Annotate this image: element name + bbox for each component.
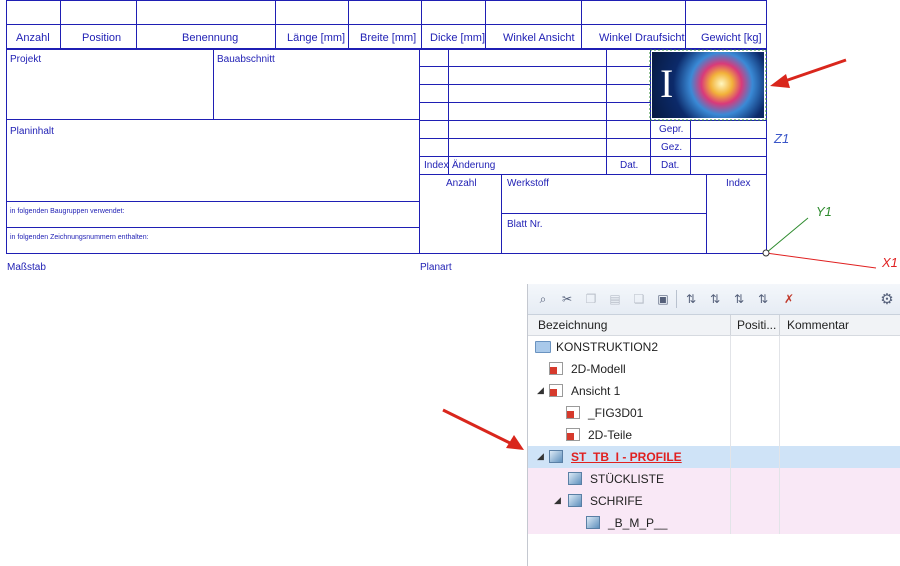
tree-row-ansicht-1[interactable]: ◢ Ansicht 1 [528,380,900,402]
sort-4-icon[interactable]: ⇅ [754,290,772,308]
structure-panel: ⌕ ✂ ❐ ▤ ❏ ▣ ⇅ ⇅ ⇅ ⇅ ✗ ⚙ Bezeichnung Posi… [527,284,900,566]
header-winkel-draufsicht: Winkel Draufsicht [599,32,685,44]
tree-row-2d-modell[interactable]: 2D-Modell [528,358,900,380]
header-anzahl: Anzahl [16,32,50,44]
label-gepr: Gepr. [659,124,684,135]
label-anzahl: Anzahl [446,178,477,189]
label-index-2: Index [726,178,751,189]
header-breite: Breite [mm] [360,32,417,44]
expand-arrow-icon[interactable]: ◢ [537,385,544,396]
tree-row-label: ST_TB_I - PROFILE [571,450,682,464]
label-baugruppen: in folgenden Baugruppen verwendet: [10,208,125,215]
duplicate-icon[interactable]: ❏ [630,290,648,308]
model-icon [566,406,580,419]
axis-y-label: Y1 [816,204,832,219]
tree-row-fig3d01[interactable]: _FIG3D01 [528,402,900,424]
header-benennung: Benennung [182,32,239,44]
label-gez: Gez. [661,142,683,153]
label-planinhalt: Planinhalt [10,126,54,137]
tree-row-label: 2D-Teile [588,428,633,442]
sort-1-icon[interactable]: ⇅ [682,290,700,308]
sort-2-icon[interactable]: ⇅ [706,290,724,308]
expand-arrow-icon[interactable]: ◢ [554,495,561,506]
paste-icon[interactable]: ▤ [606,290,624,308]
tree-row-label: KONSTRUKTION2 [556,340,659,354]
tree-row-schrife[interactable]: ◢ SCHRIFE [528,490,900,512]
model-icon [566,428,580,441]
column-kommentar[interactable]: Kommentar [780,315,900,335]
tree-row-label: _FIG3D01 [588,406,644,420]
sort-3-icon[interactable]: ⇅ [730,290,748,308]
tree-row-st-tb-i-profile[interactable]: ◢ ST_TB_I - PROFILE [528,446,900,468]
label-bauabschnitt: Bauabschnitt [217,54,275,65]
folder-icon [535,341,551,353]
tree-row-stueckliste[interactable]: STÜCKLISTE [528,468,900,490]
header-winkel-ansicht: Winkel Ansicht [503,32,575,44]
tree-row-2d-teile[interactable]: 2D-Teile [528,424,900,446]
column-header: Bezeichnung Positi... Kommentar [528,315,900,336]
tree-row-label: 2D-Modell [571,362,626,376]
label-aenderung: Änderung [452,160,496,171]
tree-row-konstruktion2[interactable]: KONSTRUKTION2 [528,336,900,358]
tree-row-label: STÜCKLISTE [590,472,665,486]
tree-row-label: _B_M_P__ [608,516,668,530]
label-blatt-nr: Blatt Nr. [507,219,543,230]
clear-filter-icon[interactable]: ✗ [780,290,798,308]
delete-icon[interactable]: ▣ [654,290,672,308]
label-projekt: Projekt [10,54,42,65]
model-icon [549,384,563,397]
expand-arrow-icon[interactable]: ◢ [537,451,544,462]
axis-z-label: Z1 [774,131,790,146]
layer-icon [586,516,600,529]
label-dat-2: Dat. [661,160,680,171]
header-dicke: Dicke [mm] [430,32,485,44]
copy-icon[interactable]: ❐ [582,290,600,308]
settings-icon[interactable]: ⚙ [878,290,896,308]
label-dat: Dat. [620,160,639,171]
panel-toolbar: ⌕ ✂ ❐ ▤ ❏ ▣ ⇅ ⇅ ⇅ ⇅ ✗ ⚙ [528,284,900,315]
header-gewicht: Gewicht [kg] [701,32,762,44]
label-massstab: Maßstab [7,262,46,273]
tree-row-label: SCHRIFE [590,494,643,508]
logo-letter: I [660,61,674,106]
header-laenge: Länge [mm] [287,32,346,44]
tree-row-label: Ansicht 1 [571,384,621,398]
logo-image[interactable]: I [652,52,764,118]
layer-icon [568,494,582,507]
label-werkstoff: Werkstoff [507,178,549,189]
label-planart: Planart [420,262,452,273]
column-bezeichnung[interactable]: Bezeichnung [528,315,731,335]
header-position: Position [82,32,122,44]
search-icon[interactable]: ⌕ [534,290,552,308]
model-icon [549,362,563,375]
column-position[interactable]: Positi... [731,315,780,335]
label-zeichnungsnummern: in folgenden Zeichnungsnummern enthalten… [10,234,149,241]
axis-x-label: X1 [882,255,898,270]
scissors-icon[interactable]: ✂ [558,290,576,308]
layer-icon [549,450,563,463]
label-index: Index [424,160,449,171]
tree-row-bmp[interactable]: _B_M_P__ [528,512,900,534]
layer-icon [568,472,582,485]
toolbar-separator [676,290,677,308]
